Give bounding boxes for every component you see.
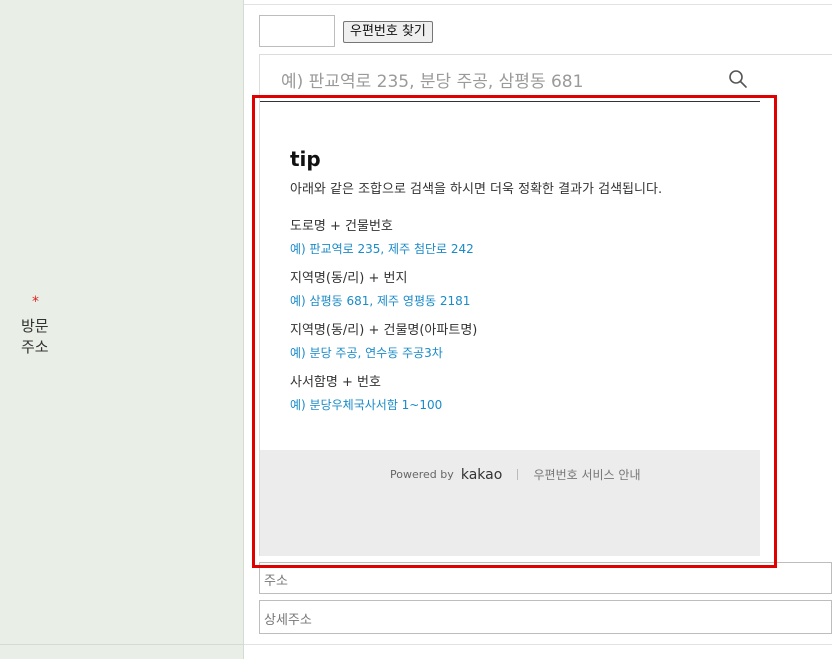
find-zipcode-button[interactable]: 우편번호 찾기 bbox=[343, 21, 433, 43]
top-divider bbox=[244, 4, 832, 5]
postcode-service-info-link[interactable]: 우편번호 서비스 안내 bbox=[534, 468, 641, 482]
tip-item-example: 예) 분당우체국사서함 1~100 bbox=[290, 398, 443, 412]
address-field[interactable]: 주소 bbox=[259, 562, 832, 594]
tip-item-example: 예) 판교역로 235, 제주 첨단로 242 bbox=[290, 242, 474, 256]
tip-item-example: 예) 삼평동 681, 제주 영평동 2181 bbox=[290, 294, 471, 308]
visit-address-label-line2: 주소 bbox=[21, 338, 49, 356]
tip-item-example: 예) 분당 주공, 연수동 주공3차 bbox=[290, 346, 443, 360]
visit-address-label-line1: 방문 bbox=[21, 317, 49, 335]
address-placeholder: 주소 bbox=[264, 574, 288, 589]
search-tip-panel: tip 아래와 같은 조합으로 검색을 하시면 더욱 정확한 결과가 검색됩니다… bbox=[260, 102, 760, 450]
postcode-search-bar[interactable]: 예) 판교역로 235, 분당 주공, 삼평동 681 bbox=[260, 55, 832, 102]
kakao-logo[interactable]: kakao bbox=[461, 467, 502, 483]
detail-address-field[interactable]: 상세주소 bbox=[259, 600, 832, 634]
label-bottom-divider bbox=[0, 644, 243, 645]
powered-by-text: Powered by bbox=[390, 468, 454, 481]
tip-item-heading: 사서함명 + 번호 bbox=[290, 375, 381, 390]
powered-by-row: Powered by kakao 우편번호 서비스 안내 bbox=[390, 464, 641, 483]
footer-divider bbox=[517, 469, 519, 480]
visit-address-label: 방문 주소 bbox=[21, 316, 49, 358]
required-mark: * bbox=[32, 294, 39, 310]
tip-title: tip bbox=[290, 147, 321, 171]
postcode-footer: Powered by kakao 우편번호 서비스 안내 bbox=[260, 450, 760, 556]
zipcode-input[interactable] bbox=[259, 15, 335, 47]
detail-address-placeholder: 상세주소 bbox=[264, 613, 312, 628]
postcode-search-frame: 예) 판교역로 235, 분당 주공, 삼평동 681 tip 아래와 같은 조… bbox=[259, 54, 832, 556]
tip-item-heading: 지역명(동/리) + 번지 bbox=[290, 271, 408, 286]
search-icon[interactable] bbox=[728, 69, 748, 89]
bottom-divider bbox=[244, 644, 832, 645]
tip-item-heading: 지역명(동/리) + 건물명(아파트명) bbox=[290, 323, 478, 338]
postcode-search-input[interactable]: 예) 판교역로 235, 분당 주공, 삼평동 681 bbox=[281, 67, 583, 92]
tip-item-heading: 도로명 + 건물번호 bbox=[290, 219, 393, 234]
tip-description: 아래와 같은 조합으로 검색을 하시면 더욱 정확한 결과가 검색됩니다. bbox=[290, 182, 663, 197]
